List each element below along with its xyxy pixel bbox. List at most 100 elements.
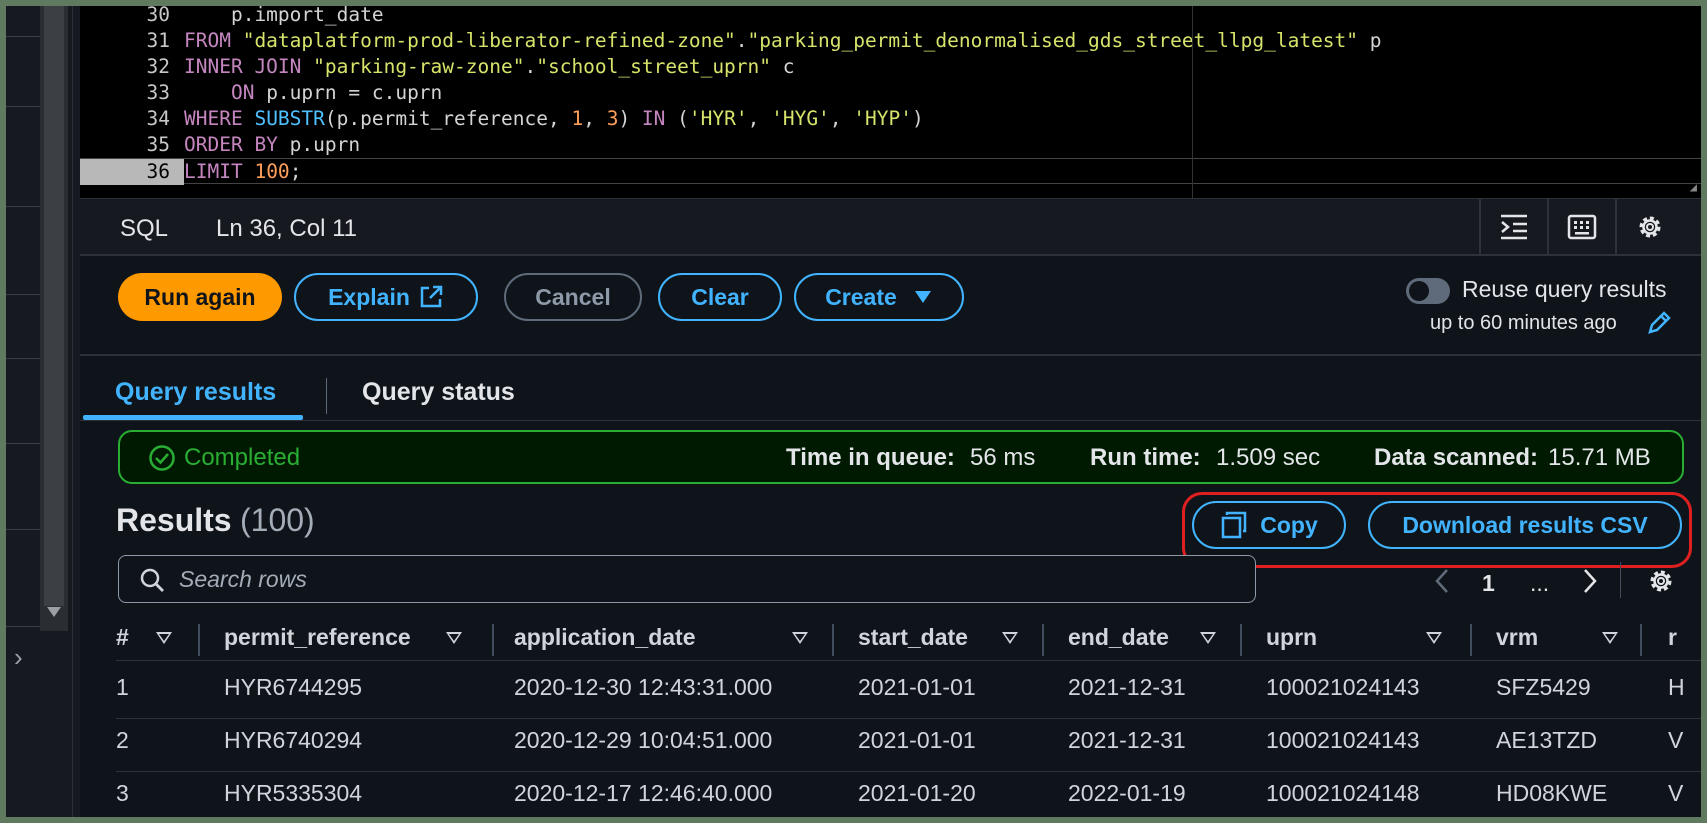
status-banner: Completed Time in queue: 56 ms Run time:…	[118, 430, 1684, 484]
chevron-right-icon[interactable]: ›	[14, 644, 34, 670]
sql-editor[interactable]: 30 p.import_date 31 FROM "dataplatform-pro…	[80, 6, 1701, 198]
column-resizer[interactable]	[1640, 624, 1642, 656]
header-col-uprn[interactable]: uprn	[1266, 624, 1317, 660]
column-resizer[interactable]	[492, 624, 494, 656]
table-cell: HYR6744295	[224, 674, 363, 700]
resize-handle-icon[interactable]: ◢	[1690, 180, 1697, 194]
clear-button[interactable]: Clear	[658, 273, 782, 321]
run-again-button[interactable]: Run again	[118, 273, 282, 321]
sort-caret-icon[interactable]	[446, 632, 462, 644]
code-line[interactable]: 33 ON p.uprn = c.uprn	[80, 80, 1701, 106]
table-cell: V	[1668, 727, 1684, 753]
active-tab-indicator	[83, 415, 303, 420]
run-time-label: Run time:	[1090, 444, 1201, 471]
code-line[interactable]: 34 WHERE SUBSTR(p.permit_reference, 1, 3)…	[80, 106, 1701, 132]
header-col-start-date[interactable]: start_date	[858, 624, 968, 660]
header-col-permit-reference[interactable]: permit_reference	[224, 624, 411, 660]
code-token: .	[524, 55, 537, 78]
table-cell: AE13TZD	[1496, 727, 1597, 753]
code-token: 100	[254, 160, 290, 183]
sort-caret-icon[interactable]	[1602, 632, 1618, 644]
column-resizer[interactable]	[832, 624, 834, 656]
code-token: ,	[747, 107, 772, 130]
rail-divider	[6, 36, 40, 37]
sort-caret-icon[interactable]	[792, 632, 808, 644]
search-rows-field[interactable]	[118, 555, 1256, 603]
table-cell: 3	[116, 780, 129, 806]
code-token: "parking_permit_denormalised_gds_street_…	[747, 29, 1359, 52]
code-token: 1	[571, 107, 584, 130]
tab-query-results[interactable]: Query results	[115, 378, 276, 407]
run-again-label: Run again	[144, 283, 256, 310]
sort-caret-icon[interactable]	[1200, 632, 1216, 644]
scroll-down-icon[interactable]	[47, 607, 61, 617]
table-settings-icon[interactable]	[1646, 566, 1676, 596]
code-line[interactable]: 32 INNER JOIN "parking-raw-zone"."school_…	[80, 54, 1701, 80]
cancel-button[interactable]: Cancel	[504, 273, 642, 321]
header-col-r[interactable]: r	[1668, 624, 1677, 660]
code-token: p	[1358, 29, 1382, 52]
code-line[interactable]: 36 LIMIT 100;	[80, 158, 1701, 185]
rail-divider	[6, 443, 40, 444]
edit-icon[interactable]	[1646, 310, 1672, 336]
explain-button[interactable]: Explain	[294, 273, 478, 321]
search-rows-input[interactable]	[179, 562, 1239, 596]
format-icon	[1501, 214, 1527, 240]
explain-label: Explain	[328, 283, 410, 310]
previous-page-icon[interactable]	[1434, 568, 1450, 594]
create-button[interactable]: Create	[794, 273, 964, 321]
editor-ruler	[1192, 6, 1193, 198]
line-number: 33	[146, 81, 170, 104]
column-resizer[interactable]	[1240, 624, 1242, 656]
next-page-icon[interactable]	[1582, 568, 1598, 594]
header-col-vrm[interactable]: vrm	[1496, 624, 1538, 660]
clear-label: Clear	[691, 283, 749, 310]
column-resizer[interactable]	[1042, 624, 1044, 656]
scrollbar-thumb[interactable]	[44, 6, 64, 606]
create-label: Create	[825, 283, 897, 310]
rail-divider	[6, 358, 40, 359]
settings-button[interactable]	[1615, 199, 1683, 255]
run-time-value: 1.509 sec	[1216, 444, 1321, 471]
tab-query-status[interactable]: Query status	[362, 378, 515, 407]
header-col-index[interactable]: #	[116, 624, 129, 660]
page-number[interactable]: 1	[1482, 570, 1495, 597]
tab-separator	[326, 378, 327, 414]
table-cell: 2021-12-31	[1068, 727, 1186, 753]
header-col-end-date[interactable]: end_date	[1068, 624, 1169, 660]
rail-scrollbar[interactable]	[40, 6, 68, 631]
code-token: SUBSTR	[254, 107, 325, 130]
code-text: ON p.uprn = c.uprn	[184, 80, 442, 106]
table-cell: V	[1668, 780, 1684, 806]
check-circle-icon	[149, 445, 175, 471]
code-token: ORDER BY	[184, 133, 290, 156]
sort-caret-icon[interactable]	[1426, 632, 1442, 644]
code-text: ORDER BY p.uprn	[184, 132, 360, 158]
code-token: "parking-raw-zone"	[313, 55, 525, 78]
code-line[interactable]: 31 FROM "dataplatform-prod-liberator-refi…	[80, 28, 1701, 54]
column-resizer[interactable]	[1470, 624, 1472, 656]
code-token: IN	[641, 107, 678, 130]
format-button[interactable]	[1479, 199, 1547, 255]
table-cell: 2021-01-01	[858, 674, 976, 700]
cursor-position: Ln 36, Col 11	[216, 215, 357, 242]
code-text: INNER JOIN "parking-raw-zone"."school_st…	[184, 54, 795, 80]
data-scanned-label: Data scanned:	[1374, 444, 1539, 471]
code-token: ;	[289, 160, 302, 183]
sort-caret-icon[interactable]	[156, 632, 172, 644]
keyboard-button[interactable]	[1547, 199, 1615, 255]
pagination-separator	[1620, 562, 1621, 598]
sort-caret-icon[interactable]	[1002, 632, 1018, 644]
status-text: Completed	[184, 444, 301, 471]
code-line[interactable]: 35 ORDER BY p.uprn	[80, 132, 1701, 158]
table-cell: 2021-01-01	[858, 727, 976, 753]
reuse-results-toggle[interactable]	[1406, 278, 1450, 304]
line-number: 31	[146, 29, 170, 52]
search-icon	[140, 568, 164, 592]
tabs-underline	[80, 420, 1701, 421]
header-col-application-date[interactable]: application_date	[514, 624, 695, 660]
code-line[interactable]: 30 p.import_date	[80, 6, 1701, 28]
line-number: 35	[146, 133, 170, 156]
column-resizer[interactable]	[198, 624, 200, 656]
reuse-results-label: Reuse query results	[1462, 276, 1667, 302]
